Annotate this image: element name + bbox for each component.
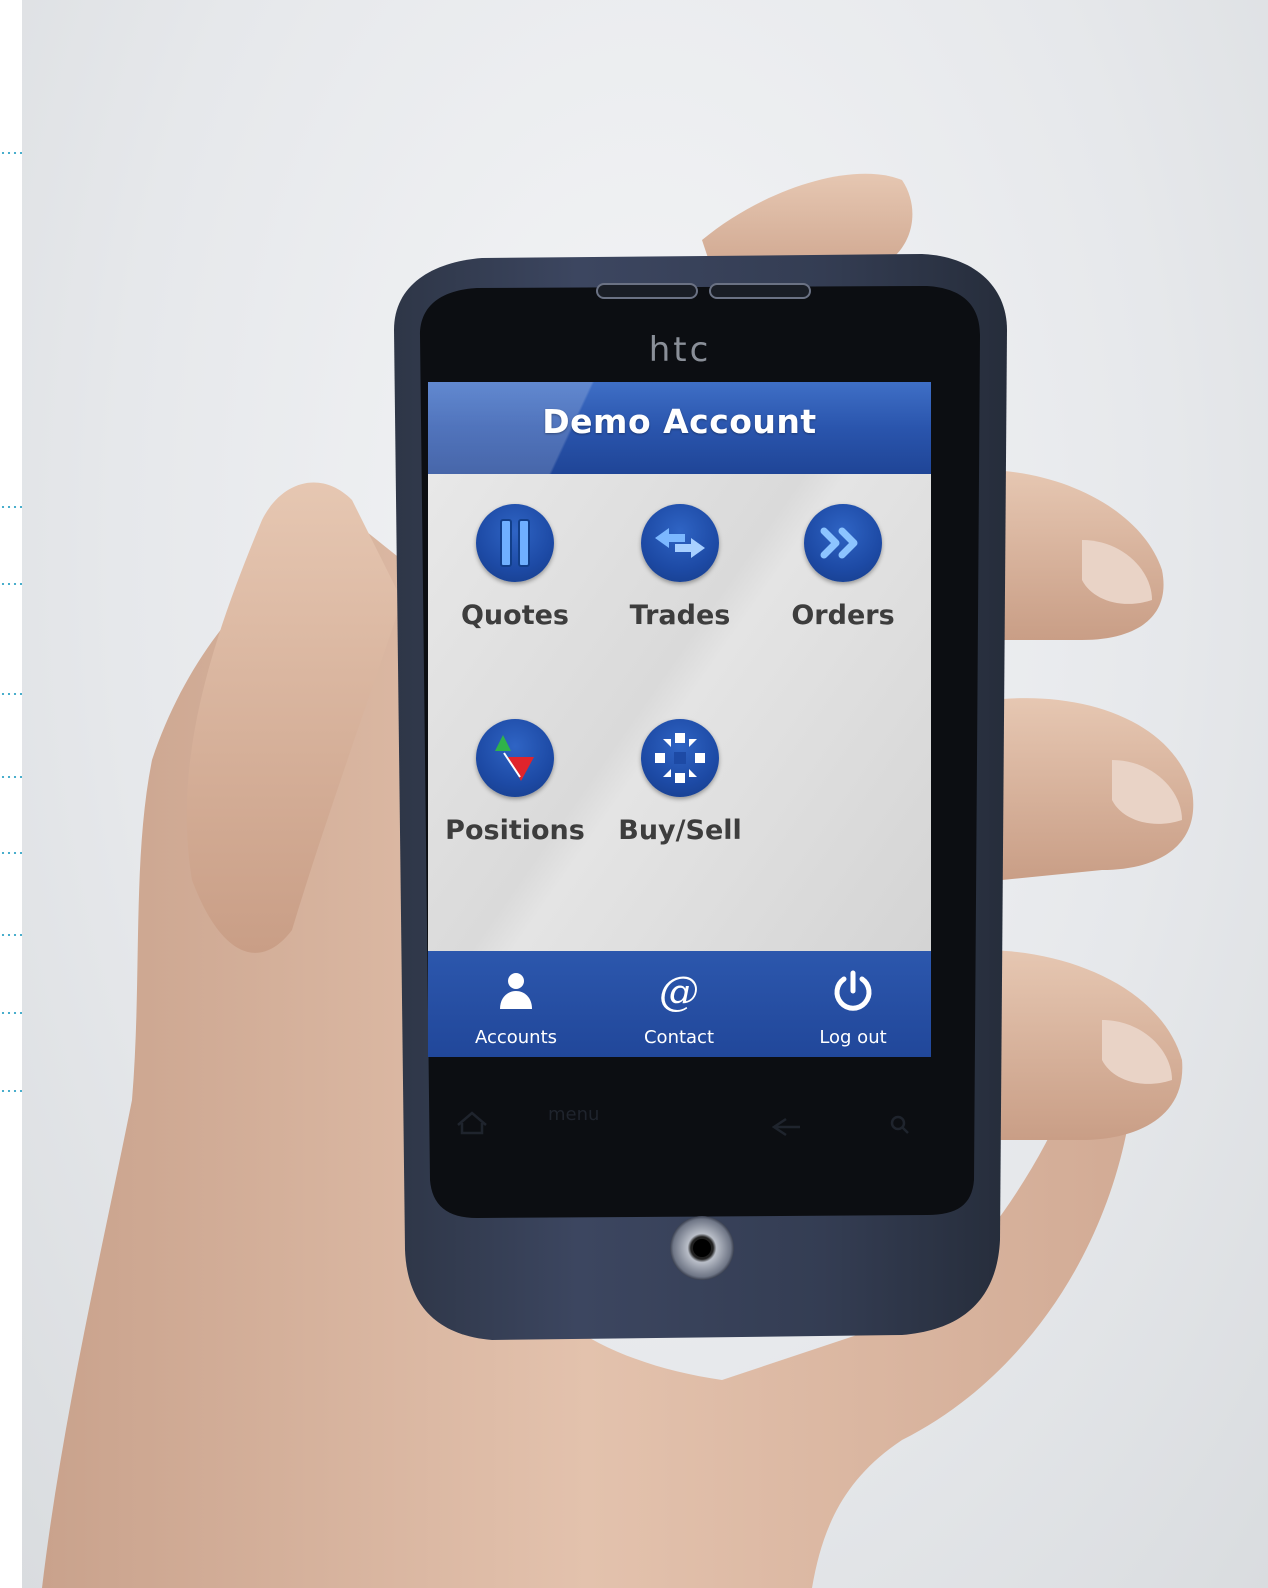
- tile-label: Positions: [445, 815, 585, 846]
- candlestick-icon: [476, 504, 554, 582]
- menu-tile-positions[interactable]: Positions: [440, 719, 590, 869]
- svg-text:@: @: [659, 969, 699, 1013]
- menu-grid: Quotes Trades Orders Positions Buy/Sell: [428, 474, 931, 951]
- page-title: Demo Account: [542, 402, 817, 441]
- app-header: Demo Account: [428, 382, 931, 474]
- menu-tile-orders[interactable]: Orders: [768, 504, 918, 654]
- nav-label: Contact: [643, 1027, 715, 1048]
- person-icon: [500, 973, 532, 1009]
- tile-label: Quotes: [460, 600, 569, 631]
- menu-tile-quotes[interactable]: Quotes: [440, 504, 590, 654]
- back-key-icon: [771, 1117, 800, 1137]
- tile-label: Orders: [791, 600, 895, 631]
- nav-contact[interactable]: @ Contact: [609, 951, 749, 1057]
- nav-accounts[interactable]: Accounts: [446, 951, 586, 1057]
- bottom-nav: Accounts @ Contact Log out: [428, 951, 931, 1057]
- page-margin-dots: [0, 0, 22, 1588]
- nav-log-out[interactable]: Log out: [783, 951, 923, 1057]
- phone-screen: Demo Account Quotes Trades Orders Positi…: [428, 382, 931, 1057]
- htc-logo: htc: [648, 330, 712, 370]
- at-sign-icon: @: [659, 969, 699, 1013]
- bank-logo-icon: [641, 719, 719, 797]
- nav-label: Accounts: [474, 1027, 558, 1048]
- menu-tile-buy-sell[interactable]: Buy/Sell: [605, 719, 755, 869]
- double-chevron-right-icon: [804, 504, 882, 582]
- power-icon: [834, 970, 872, 1011]
- menu-tile-trades[interactable]: Trades: [605, 504, 755, 654]
- tile-label: Buy/Sell: [618, 815, 742, 846]
- menu-key-label: menu: [548, 1104, 600, 1125]
- nav-label: Log out: [819, 1027, 887, 1048]
- exchange-arrows-icon: [641, 504, 719, 582]
- tile-label: Trades: [629, 600, 731, 631]
- up-down-triangles-icon: [476, 719, 554, 797]
- home-key-icon: [457, 1111, 487, 1135]
- hardware-keys: menu: [428, 1057, 931, 1177]
